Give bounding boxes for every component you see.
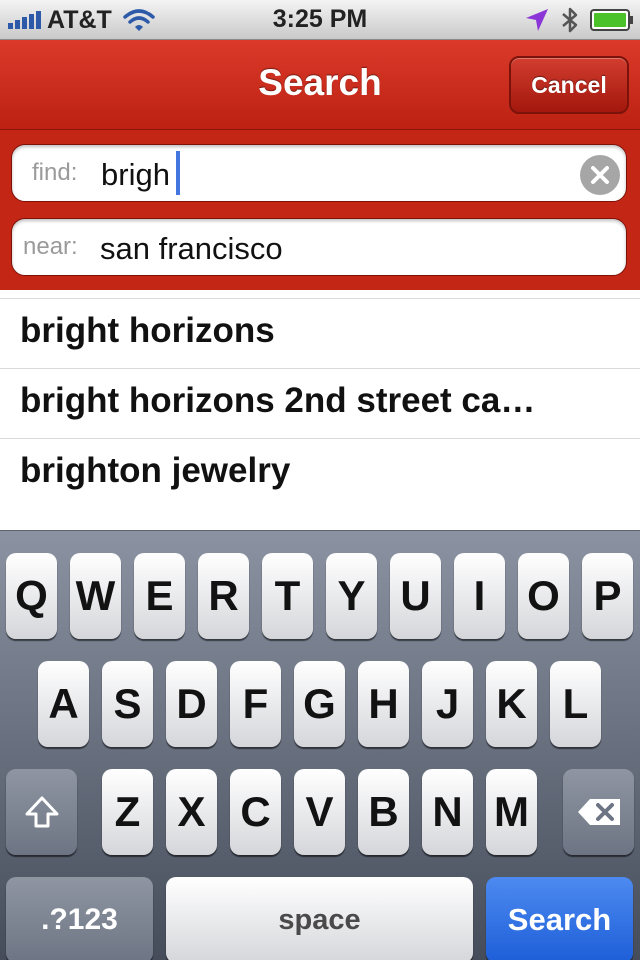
key-f[interactable]: F	[230, 661, 281, 747]
key-q[interactable]: Q	[6, 553, 57, 639]
list-item[interactable]: brighton jewelry	[0, 438, 640, 508]
key-i[interactable]: I	[454, 553, 505, 639]
key-h[interactable]: H	[358, 661, 409, 747]
key-w[interactable]: W	[70, 553, 121, 639]
list-item[interactable]: bright horizons 2nd street ca…	[0, 368, 640, 438]
key-z[interactable]: Z	[102, 769, 153, 855]
key-g[interactable]: G	[294, 661, 345, 747]
search-fields-area: find: brigh near: san francisco	[0, 130, 640, 290]
search-key[interactable]: Search	[486, 877, 633, 960]
bluetooth-icon	[562, 7, 578, 33]
key-d[interactable]: D	[166, 661, 217, 747]
key-u[interactable]: U	[390, 553, 441, 639]
clear-text-button[interactable]	[580, 155, 620, 195]
key-m[interactable]: M	[486, 769, 537, 855]
find-field-label: find:	[32, 159, 78, 186]
key-y[interactable]: Y	[326, 553, 377, 639]
location-icon	[526, 9, 548, 31]
near-field-label: near:	[23, 233, 78, 260]
clear-icon	[591, 166, 609, 184]
shift-key[interactable]	[6, 769, 77, 855]
key-s[interactable]: S	[102, 661, 153, 747]
near-input[interactable]: san francisco	[100, 231, 283, 267]
key-v[interactable]: V	[294, 769, 345, 855]
text-cursor	[176, 151, 180, 195]
space-key[interactable]: space	[166, 877, 473, 960]
delete-key[interactable]	[563, 769, 634, 855]
cancel-button[interactable]: Cancel	[509, 56, 629, 114]
key-b[interactable]: B	[358, 769, 409, 855]
key-e[interactable]: E	[134, 553, 185, 639]
find-field[interactable]: find: brigh	[11, 144, 627, 202]
key-c[interactable]: C	[230, 769, 281, 855]
find-input[interactable]: brigh	[101, 157, 170, 193]
backspace-icon	[577, 799, 620, 825]
key-k[interactable]: K	[486, 661, 537, 747]
key-j[interactable]: J	[422, 661, 473, 747]
key-x[interactable]: X	[166, 769, 217, 855]
key-l[interactable]: L	[550, 661, 601, 747]
shift-arrow-icon	[25, 796, 58, 828]
navigation-header: Search Cancel	[0, 40, 640, 130]
near-field[interactable]: near: san francisco	[11, 218, 627, 276]
key-n[interactable]: N	[422, 769, 473, 855]
battery-icon	[590, 9, 633, 31]
key-o[interactable]: O	[518, 553, 569, 639]
numbers-key[interactable]: .?123	[6, 877, 153, 960]
suggestion-list: bright horizons bright horizons 2nd stre…	[0, 298, 640, 508]
key-t[interactable]: T	[262, 553, 313, 639]
keyboard: Q W E R T Y U I O P A S D F G H J K L Z …	[0, 530, 640, 960]
list-item[interactable]: bright horizons	[0, 298, 640, 368]
key-p[interactable]: P	[582, 553, 633, 639]
key-a[interactable]: A	[38, 661, 89, 747]
key-r[interactable]: R	[198, 553, 249, 639]
status-bar: AT&T 3:25 PM	[0, 0, 640, 40]
status-right	[524, 6, 634, 34]
